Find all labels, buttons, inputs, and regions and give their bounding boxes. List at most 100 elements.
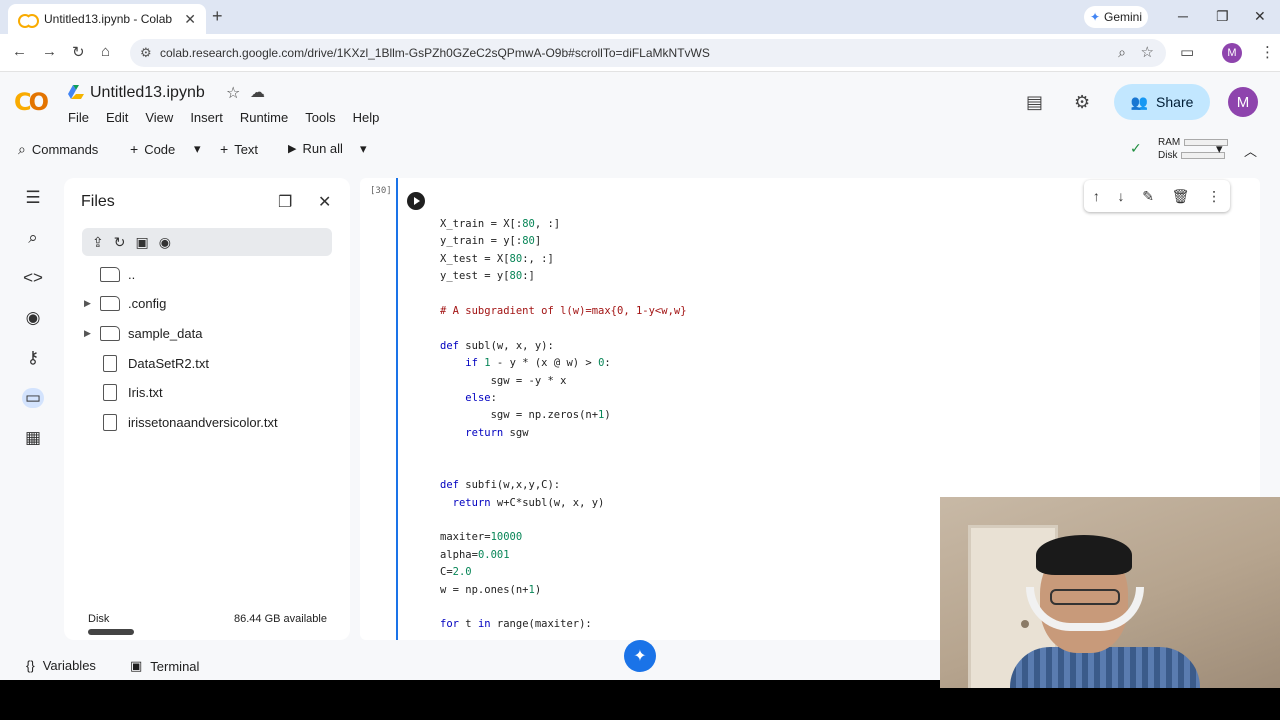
collapse-header-icon[interactable]: ︿ [1244, 141, 1257, 160]
run-all-button[interactable]: ▶ Run all [288, 141, 343, 156]
code-line[interactable]: return w+C*subl(w, x, y) [440, 495, 687, 512]
code-dropdown-icon[interactable]: ▾ [194, 141, 201, 157]
drive-icon[interactable] [68, 85, 84, 99]
move-up-icon[interactable]: ↑ [1093, 188, 1100, 204]
run-cell-button[interactable] [407, 192, 425, 210]
list-item[interactable]: DataSetR2.txt [84, 355, 209, 372]
code-line[interactable]: def subl(w, x, y): [440, 338, 687, 355]
code-line[interactable]: return sgw [440, 425, 687, 442]
code-line[interactable] [440, 320, 687, 337]
code-line[interactable]: else: [440, 390, 687, 407]
execution-count: [30] [370, 186, 392, 196]
gemini-button[interactable]: ✦ Gemini [1084, 6, 1148, 28]
code-snippets-icon[interactable]: <> [22, 268, 44, 288]
list-item[interactable]: Iris.txt [84, 384, 163, 401]
list-item[interactable]: ▶ .config [84, 296, 166, 311]
add-code-button[interactable]: + Code [130, 141, 175, 157]
code-line[interactable] [440, 460, 687, 477]
code-line[interactable]: sgw = -y * x [440, 373, 687, 390]
terminal-button[interactable]: ▣ Terminal [130, 658, 199, 674]
data-table-icon[interactable]: ▦ [22, 428, 44, 448]
home-icon[interactable]: ⌂ [101, 43, 110, 60]
restore-icon[interactable]: ❐ [1216, 8, 1229, 25]
key-icon[interactable]: ⚷ [22, 348, 44, 368]
colab-profile-avatar[interactable]: M [1228, 87, 1258, 117]
settings-gear-icon[interactable]: ⚙ [1074, 92, 1090, 113]
minimize-icon[interactable]: ─ [1178, 8, 1188, 24]
menu-edit[interactable]: Edit [106, 110, 128, 125]
menu-file[interactable]: File [68, 110, 89, 125]
code-line[interactable] [440, 599, 687, 616]
find-icon[interactable]: ⌕ [22, 228, 44, 248]
runtime-dropdown-icon[interactable]: ▾ [1216, 141, 1223, 157]
code-line[interactable]: X_test = X[80:, :] [440, 251, 687, 268]
address-bar[interactable]: ⚙ colab.research.google.com/drive/1KXzl_… [130, 39, 1166, 67]
code-line[interactable]: maxiter=10000 [440, 529, 687, 546]
code-line[interactable]: def subfi(w,x,y,C): [440, 477, 687, 494]
tab-close-icon[interactable]: ✕ [184, 11, 196, 28]
new-tab-icon[interactable]: + [212, 6, 223, 27]
menu-runtime[interactable]: Runtime [240, 110, 288, 125]
notebook-title[interactable]: Untitled13.ipynb [90, 84, 205, 102]
close-panel-icon[interactable]: ✕ [318, 192, 331, 212]
show-hidden-eye-icon[interactable]: ◉ [159, 234, 171, 251]
code-line[interactable]: sgw = np.zeros(n+1) [440, 407, 687, 424]
code-line[interactable] [440, 512, 687, 529]
delete-trash-icon[interactable]: 🗑 [1172, 188, 1190, 205]
code-line[interactable]: y_train = y[:80] [440, 233, 687, 250]
folder-icon [100, 296, 120, 311]
menu-tools[interactable]: Tools [305, 110, 335, 125]
code-line[interactable]: C=2.0 [440, 564, 687, 581]
secrets-eye-icon[interactable]: ◉ [22, 308, 44, 328]
cast-icon[interactable]: ▭ [1180, 43, 1194, 61]
variables-button[interactable]: {} Variables [26, 658, 96, 673]
mount-drive-icon[interactable]: ▣ [135, 234, 148, 251]
code-line[interactable] [440, 286, 687, 303]
upload-icon[interactable]: ⇪ [92, 234, 104, 251]
code-line[interactable]: # A subgradient of l(w)=max{0, 1-y<w,w} [440, 303, 687, 320]
list-item[interactable]: .. [84, 267, 135, 282]
menu-insert[interactable]: Insert [190, 110, 223, 125]
code-line[interactable]: alpha=0.001 [440, 547, 687, 564]
gemini-fab-button[interactable]: ✦ [624, 640, 656, 672]
star-icon[interactable]: ☆ [226, 83, 240, 103]
browser-profile-avatar[interactable]: M [1222, 43, 1242, 63]
code-line[interactable]: X_train = X[:80, :] [440, 216, 687, 233]
menu-help[interactable]: Help [353, 110, 380, 125]
bookmark-star-icon[interactable]: ☆ [1141, 43, 1154, 61]
site-info-icon[interactable]: ⚙ [140, 45, 152, 61]
list-item[interactable]: ▶ sample_data [84, 326, 202, 341]
files-folder-icon[interactable]: ▭ [22, 388, 44, 408]
code-line[interactable] [440, 442, 687, 459]
move-down-icon[interactable]: ↓ [1118, 188, 1125, 204]
reload-icon[interactable]: ↻ [72, 43, 85, 61]
table-of-contents-icon[interactable]: ☰ [22, 188, 44, 208]
menu-view[interactable]: View [145, 110, 173, 125]
run-all-dropdown-icon[interactable]: ▾ [360, 141, 367, 157]
browser-tab[interactable]: Untitled13.ipynb - Colab ✕ [8, 4, 206, 34]
code-line[interactable]: if 1 - y * (x @ w) > 0: [440, 355, 687, 372]
add-text-button[interactable]: + Text [220, 141, 258, 157]
zoom-icon[interactable]: ⌕ [1118, 44, 1126, 61]
code-editor[interactable]: X_train = X[:80, :] y_train = y[:80] X_tes… [440, 216, 687, 634]
code-line[interactable]: y_test = y[80:] [440, 268, 687, 285]
browser-menu-icon[interactable]: ⋮ [1260, 43, 1275, 61]
more-options-icon[interactable]: ⋮ [1207, 188, 1221, 205]
folder-icon [100, 267, 120, 282]
window-close-icon[interactable]: ✕ [1254, 8, 1266, 25]
back-icon[interactable]: ← [12, 43, 27, 60]
commands-button[interactable]: ⌕ Commands [18, 141, 98, 158]
open-in-tab-icon[interactable]: ❐ [278, 192, 292, 212]
colab-logo[interactable]: CO [14, 88, 49, 116]
code-line[interactable]: for t in range(maxiter): [440, 616, 687, 633]
edit-pencil-icon[interactable]: ✎ [1142, 188, 1154, 205]
chevron-right-icon[interactable]: ▶ [84, 328, 100, 339]
comments-icon[interactable]: ▤ [1026, 92, 1043, 113]
forward-icon[interactable]: → [42, 43, 57, 60]
code-line[interactable]: w = np.ones(n+1) [440, 582, 687, 599]
chevron-right-icon[interactable]: ▶ [84, 298, 100, 309]
list-item[interactable]: irissetonaandversicolor.txt [84, 414, 278, 431]
refresh-icon[interactable]: ↻ [114, 234, 126, 251]
share-button[interactable]: 👥 Share [1114, 84, 1210, 120]
browser-tabstrip: Untitled13.ipynb - Colab ✕ + ✦ Gemini ─ … [0, 0, 1280, 34]
